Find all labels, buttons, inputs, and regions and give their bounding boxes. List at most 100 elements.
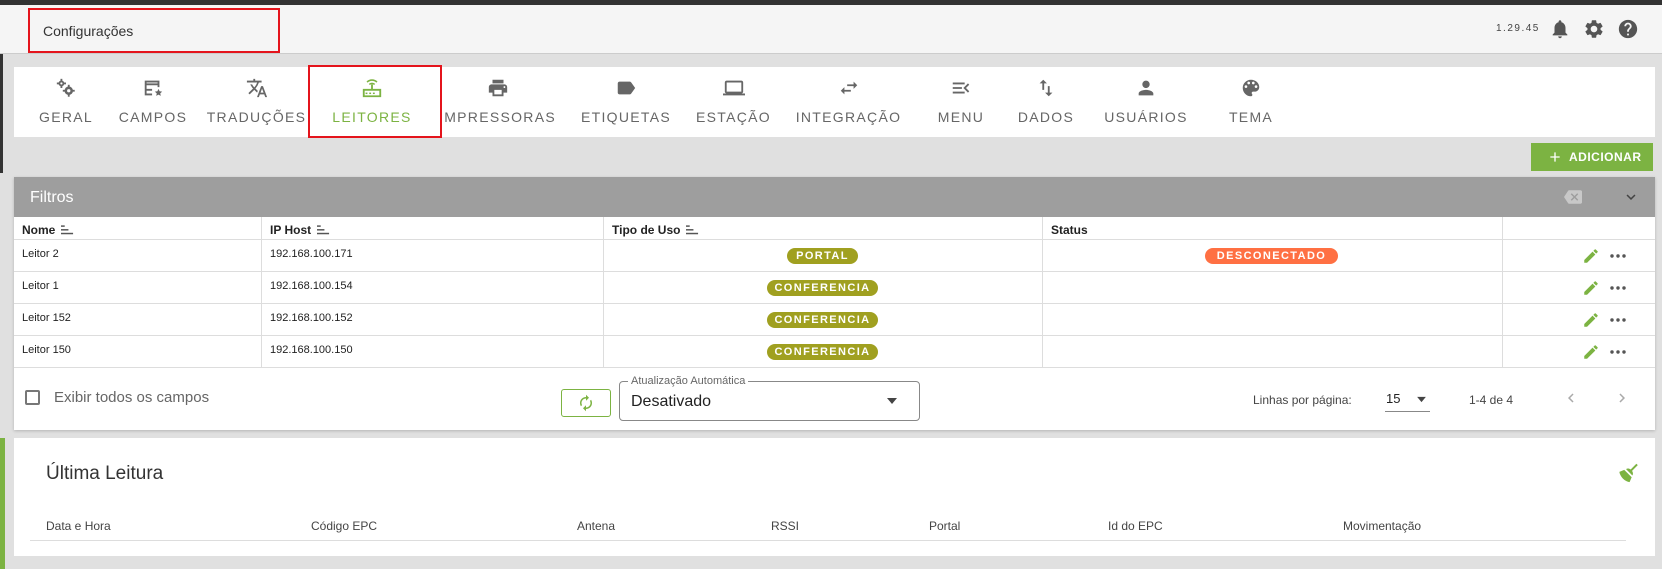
gears-icon — [56, 78, 75, 97]
more-horizontal-icon[interactable] — [1608, 247, 1628, 265]
plus-icon — [1550, 152, 1560, 162]
tab-integracao[interactable]: INTEGRAÇÃO — [791, 67, 906, 137]
refresh-button[interactable] — [561, 389, 611, 417]
person-icon — [1138, 80, 1154, 96]
more-horizontal-icon[interactable] — [1608, 343, 1628, 361]
tab-campos[interactable]: CAMPOS — [113, 67, 193, 137]
auto-update-label: Atualização Automática — [628, 375, 749, 387]
table-fields-icon — [144, 80, 163, 96]
filters-bar[interactable]: Filtros — [14, 177, 1655, 217]
broom-icon[interactable] — [1617, 461, 1641, 485]
tab-etiquetas[interactable]: ETIQUETAS — [576, 67, 676, 137]
tab-usuarios[interactable]: USUÁRIOS — [1096, 67, 1196, 137]
rows-per-page-select[interactable]: 15 — [1385, 385, 1430, 412]
column-header-label: Tipo de Uso — [612, 223, 681, 237]
tab-geral[interactable]: GERAL — [31, 67, 101, 137]
tab-label: TEMA — [1228, 109, 1274, 125]
refresh-icon — [580, 394, 592, 412]
last-reading-column-header: Antena — [577, 519, 616, 533]
cell-ip-host: 192.168.100.150 — [262, 336, 604, 368]
cell-nome: Leitor 1 — [14, 272, 262, 304]
column-header-ip-host[interactable]: IP Host — [262, 217, 604, 240]
import-export-icon — [1039, 79, 1053, 97]
menu-open-icon — [952, 82, 970, 94]
cell-nome: Leitor 150 — [14, 336, 262, 368]
last-reading-card: Última Leitura Data e Hora Código EPC An… — [14, 438, 1655, 556]
palette-icon — [1242, 79, 1260, 97]
page-title-text: Configurações — [43, 23, 134, 39]
usage-type-badge: CONFERENCIA — [767, 280, 878, 296]
column-header-label: Status — [1051, 223, 1088, 237]
tab-label: MENU — [937, 109, 985, 125]
show-all-fields-checkbox[interactable] — [25, 390, 40, 405]
cell-status: DESCONECTADO — [1043, 240, 1503, 272]
tab-estacao[interactable]: ESTAÇÃO — [691, 67, 776, 137]
dropdown-arrow-icon — [1417, 396, 1426, 403]
add-button[interactable]: ADICIONAR — [1531, 143, 1653, 171]
divider — [30, 540, 1626, 541]
bell-icon[interactable] — [1549, 18, 1571, 40]
tab-label: DADOS — [1017, 109, 1075, 125]
auto-update-select[interactable]: Atualização Automática Desativado — [619, 375, 920, 421]
column-header-nome[interactable]: Nome — [14, 217, 262, 240]
cell-ip-host: 192.168.100.171 — [262, 240, 604, 272]
tab-label: GERAL — [39, 109, 93, 125]
tab-traducoes[interactable]: TRADUÇÕES — [204, 67, 309, 137]
cell-status — [1043, 304, 1503, 336]
edit-icon[interactable] — [1582, 311, 1600, 329]
chevron-left-icon[interactable] — [1562, 389, 1580, 407]
status-badge: DESCONECTADO — [1205, 248, 1338, 264]
tab-menu[interactable]: MENU — [926, 67, 996, 137]
tab-label: USUÁRIOS — [1104, 109, 1188, 125]
cell-tipo-de-uso: PORTAL — [604, 240, 1043, 272]
usage-type-badge: CONFERENCIA — [767, 344, 878, 360]
label-icon — [617, 81, 636, 95]
table-row[interactable]: Leitor 150 192.168.100.150 CONFERENCIA — [14, 336, 1655, 368]
clear-filter-icon[interactable] — [1564, 188, 1582, 206]
tab-label: INTEGRAÇÃO — [795, 109, 902, 125]
last-reading-column-header: Código EPC — [311, 519, 378, 533]
last-reading-column-header: Data e Hora — [46, 519, 111, 533]
chevron-right-icon[interactable] — [1613, 389, 1631, 407]
column-header-tipo-de-uso[interactable]: Tipo de Uso — [604, 217, 1043, 240]
edit-icon[interactable] — [1582, 279, 1600, 297]
tab-dados[interactable]: DADOS — [1011, 67, 1081, 137]
column-header-label: Nome — [22, 223, 56, 237]
table-row[interactable]: Leitor 152 192.168.100.152 CONFERENCIA — [14, 304, 1655, 336]
cell-status — [1043, 336, 1503, 368]
usage-type-badge: CONFERENCIA — [767, 312, 878, 328]
last-reading-column-header: Id do EPC — [1108, 519, 1163, 533]
laptop-icon — [722, 80, 745, 96]
last-reading-column-header: Portal — [929, 519, 961, 533]
chevron-down-icon[interactable] — [1622, 188, 1640, 206]
tab-impressoras[interactable]: IMPRESSORAS — [434, 67, 561, 137]
page-title: Configurações — [28, 8, 280, 53]
printer-icon — [488, 79, 507, 97]
tab-tema[interactable]: TEMA — [1216, 67, 1286, 137]
column-header-label: IP Host — [270, 223, 312, 237]
add-button-label: ADICIONAR — [1569, 150, 1642, 164]
more-horizontal-icon[interactable] — [1608, 311, 1628, 329]
filters-title: Filtros — [30, 189, 74, 206]
tab-label: CAMPOS — [118, 109, 188, 125]
edit-icon[interactable] — [1582, 343, 1600, 361]
cell-tipo-de-uso: CONFERENCIA — [604, 272, 1043, 304]
column-header-status[interactable]: Status — [1043, 217, 1503, 240]
tab-label: TRADUÇÕES — [206, 109, 307, 125]
more-horizontal-icon[interactable] — [1608, 279, 1628, 297]
readers-panel: Filtros Nome IP Host Tipo de Uso Status … — [14, 177, 1655, 430]
table-row[interactable]: Leitor 2 192.168.100.171 PORTAL DESCONEC… — [14, 240, 1655, 272]
edit-icon[interactable] — [1582, 247, 1600, 265]
last-reading-title: Última Leitura — [46, 463, 164, 484]
gear-icon[interactable] — [1583, 18, 1605, 40]
show-all-fields-label: Exibir todos os campos — [54, 389, 210, 406]
help-icon[interactable] — [1617, 18, 1639, 40]
table-row[interactable]: Leitor 1 192.168.100.154 CONFERENCIA — [14, 272, 1655, 304]
tab-label: IMPRESSORAS — [439, 109, 556, 125]
tab-label: ETIQUETAS — [580, 109, 671, 125]
cell-tipo-de-uso: CONFERENCIA — [604, 304, 1043, 336]
rows-per-page-value: 15 — [1386, 391, 1401, 406]
cell-nome: Leitor 2 — [14, 240, 262, 272]
cell-status — [1043, 272, 1503, 304]
sort-icon — [686, 225, 699, 235]
